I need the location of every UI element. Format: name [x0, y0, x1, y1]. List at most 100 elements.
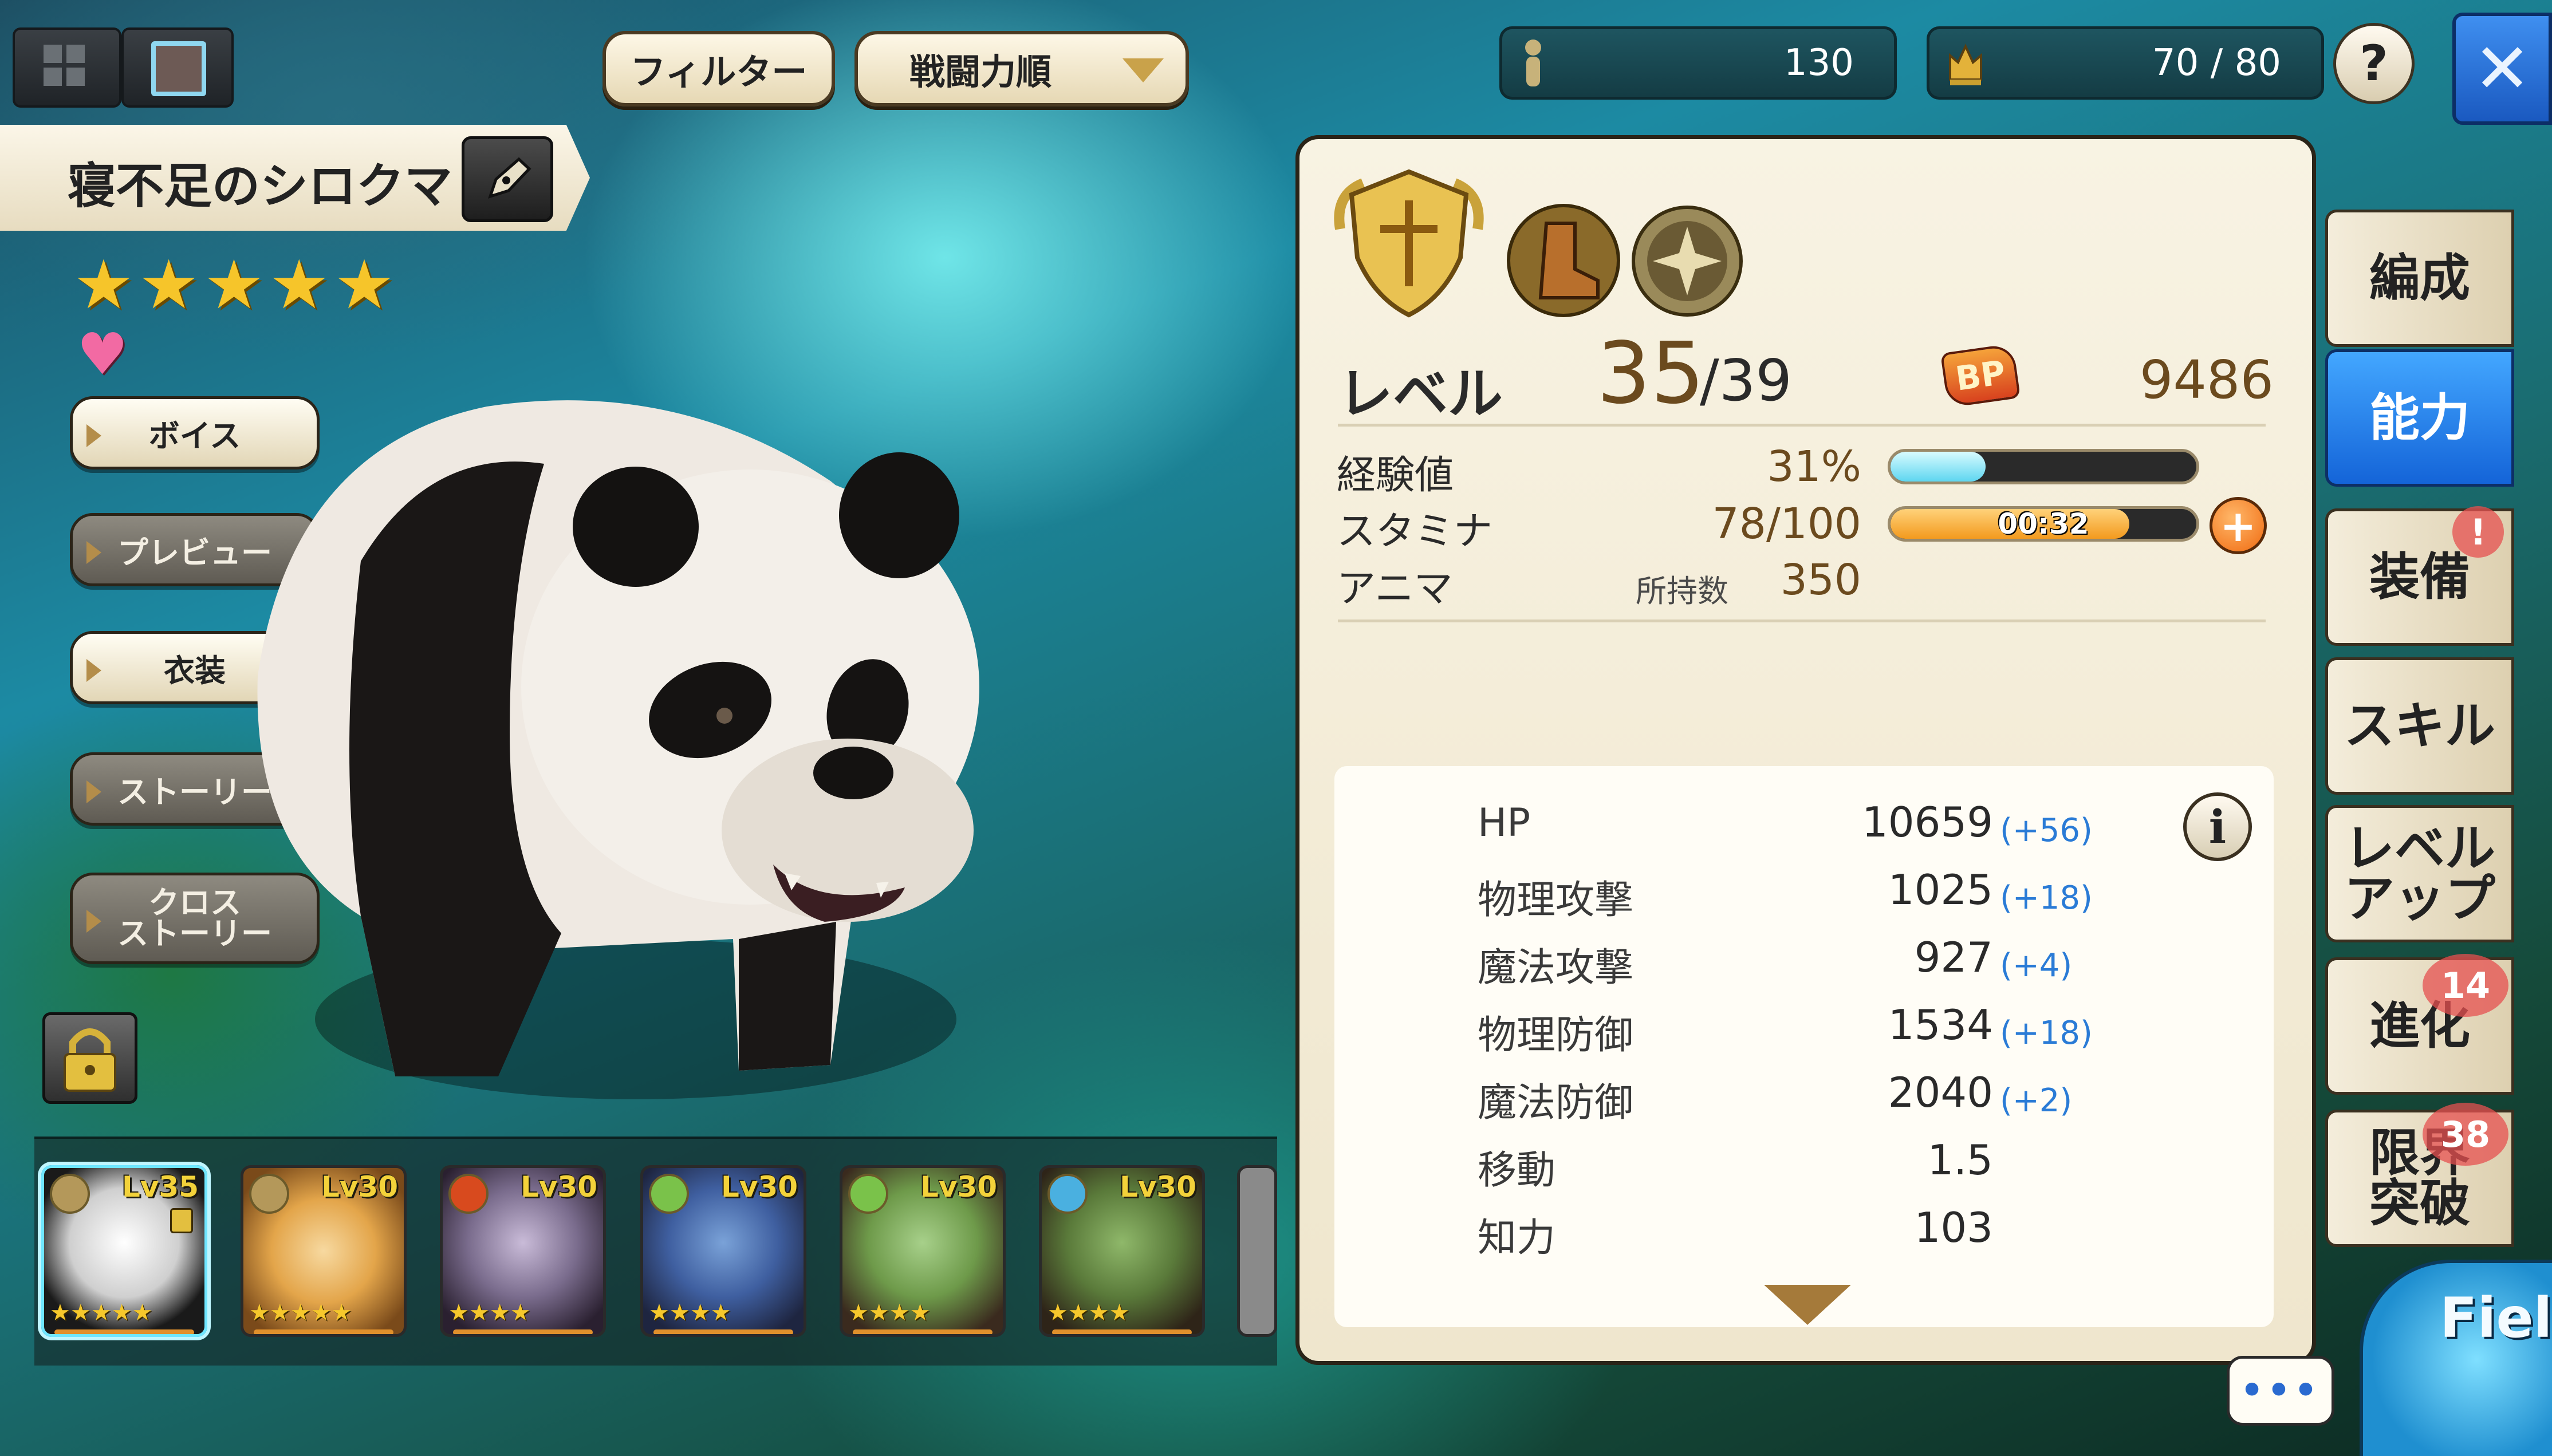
- close-button[interactable]: ✕: [2452, 13, 2552, 125]
- tab-skill[interactable]: スキル: [2325, 657, 2514, 795]
- stat-hp-value: 10659: [1861, 798, 1993, 846]
- sort-label: 戦闘力順: [909, 51, 1052, 93]
- unit-level: Lv30: [920, 1170, 997, 1204]
- unit-level: Lv30: [720, 1170, 798, 1204]
- roster-unit-card[interactable]: Lv30 ★★★★: [440, 1165, 606, 1337]
- stat-mdef-bonus: (+2): [2000, 1082, 2073, 1119]
- anima-value: 350: [1780, 555, 1861, 605]
- stat-move-label: 移動: [1478, 1148, 1556, 1193]
- add-stamina-button[interactable]: +: [2210, 497, 2267, 554]
- unit-exp-bar: [653, 1329, 793, 1334]
- stat-int-value: 103: [1914, 1204, 1993, 1252]
- exp-progress-bar: [1888, 449, 2199, 484]
- limit-break-count-badge: 38: [2423, 1103, 2508, 1166]
- roster-unit-card[interactable]: Lv30 ★★★★: [840, 1165, 1006, 1337]
- stamina-label: スタミナ: [1337, 509, 1493, 554]
- plus-icon: +: [2220, 500, 2256, 551]
- stamina-value: 78/100: [1712, 499, 1861, 549]
- chevron-down-icon: [1123, 58, 1164, 82]
- grid-view-button[interactable]: [13, 27, 121, 108]
- stat-mdef-label: 魔法防御: [1478, 1080, 1634, 1126]
- divider: [1338, 620, 2266, 622]
- stat-pdef-value: 1534: [1888, 1001, 1993, 1049]
- level-current: 35: [1597, 324, 1705, 423]
- equipment-alert-badge: !: [2452, 506, 2504, 558]
- unit-stars: ★★★★: [848, 1300, 931, 1326]
- roster-unit-card[interactable]: Lv30 ★★★★: [640, 1165, 806, 1337]
- level-max: /39: [1700, 347, 1792, 414]
- stat-matk-label: 魔法攻撃: [1478, 945, 1634, 991]
- lock-icon: [64, 1028, 116, 1092]
- pen-icon: [488, 157, 531, 199]
- stat-int-label: 知力: [1478, 1216, 1556, 1261]
- element-icon: [1047, 1174, 1088, 1214]
- shield-emblem-icon: [1334, 169, 1484, 318]
- favorite-heart-icon[interactable]: ♥: [77, 321, 128, 388]
- rename-button[interactable]: [462, 136, 553, 222]
- roster-unit-card[interactable]: Lv30 ★★★★★: [241, 1165, 407, 1337]
- divider: [1338, 424, 2266, 427]
- level-label: レベル: [1338, 362, 1503, 426]
- stamina-timer: 00:32: [1998, 507, 2089, 540]
- unit-exp-bar: [453, 1329, 593, 1334]
- element-icon: [649, 1174, 689, 1214]
- crown-icon: [1945, 40, 1986, 89]
- field-button[interactable]: Fiel: [2360, 1260, 2552, 1456]
- unit-level: Lv35: [121, 1170, 199, 1204]
- stat-mdef-value: 2040: [1888, 1068, 1993, 1116]
- sort-dropdown[interactable]: 戦闘力順: [854, 31, 1189, 106]
- unit-stars: ★★★★: [1047, 1300, 1130, 1326]
- character-name: 寝不足のシロクマ: [68, 158, 453, 214]
- stat-patk-value: 1025: [1888, 866, 1993, 914]
- roster-unit-card-partial[interactable]: [1237, 1165, 1277, 1337]
- unit-stars: ★★★★: [649, 1300, 731, 1326]
- stat-pdef-label: 物理防御: [1478, 1013, 1634, 1058]
- anima-label: アニマ: [1337, 566, 1453, 611]
- roster-unit-card[interactable]: Lv30 ★★★★: [1039, 1165, 1205, 1337]
- unit-exp-bar: [254, 1329, 393, 1334]
- unit-exp-bar: [1052, 1329, 1192, 1334]
- info-icon: i: [2208, 800, 2227, 854]
- single-view-button[interactable]: [121, 27, 234, 108]
- close-icon: ✕: [2473, 29, 2531, 109]
- field-label: Fiel: [2440, 1286, 2552, 1350]
- party-count-display: 130: [1499, 26, 1897, 100]
- unit-stars: ★★★★★: [249, 1300, 352, 1326]
- unit-stars: ★★★★★: [50, 1300, 153, 1326]
- unit-stars: ★★★★: [448, 1300, 531, 1326]
- element-icon: [448, 1174, 489, 1214]
- tab-level-up[interactable]: レベル アップ: [2325, 805, 2514, 942]
- lock-button[interactable]: [42, 1012, 137, 1104]
- unit-level: Lv30: [520, 1170, 597, 1204]
- roster-unit-card[interactable]: Lv35 ★★★★★: [41, 1165, 207, 1337]
- chat-dots-icon: •••: [2240, 1370, 2321, 1412]
- stat-info-button[interactable]: i: [2183, 792, 2252, 861]
- evolution-count-badge: 14: [2423, 954, 2508, 1017]
- person-icon: [1522, 37, 1545, 90]
- tab-formation[interactable]: 編成: [2325, 210, 2514, 347]
- exp-value: 31%: [1767, 442, 1861, 491]
- anima-owned-label: 所持数: [1636, 573, 1728, 609]
- scroll-down-icon[interactable]: [1764, 1285, 1851, 1325]
- tab-ability[interactable]: 能力: [2325, 349, 2514, 487]
- panda-character-model: [257, 400, 979, 1099]
- stats-table: [1334, 766, 2274, 1327]
- stat-pdef-bonus: (+18): [2000, 1015, 2093, 1052]
- exp-progress-fill: [1891, 452, 1986, 482]
- boots-icon: [1507, 204, 1620, 317]
- unit-exp-bar: [853, 1329, 993, 1334]
- stat-patk-bonus: (+18): [2000, 879, 2093, 917]
- element-icon: [848, 1174, 888, 1214]
- stat-hp-label: HP: [1478, 800, 1531, 846]
- stat-patk-label: 物理攻撃: [1478, 878, 1634, 923]
- element-icon: [50, 1174, 90, 1214]
- chat-button[interactable]: •••: [2227, 1356, 2334, 1426]
- stamina-progress-bar: 00:32: [1888, 506, 2199, 542]
- filter-button[interactable]: フィルター: [602, 31, 835, 106]
- stat-matk-value: 927: [1914, 933, 1993, 981]
- bp-value: 9486: [2139, 349, 2274, 411]
- unit-capacity-display: 70 / 80: [1927, 26, 2324, 100]
- help-button[interactable]: ?: [2333, 23, 2415, 104]
- compass-emblem-icon: [1632, 206, 1743, 317]
- unit-level: Lv30: [1119, 1170, 1196, 1204]
